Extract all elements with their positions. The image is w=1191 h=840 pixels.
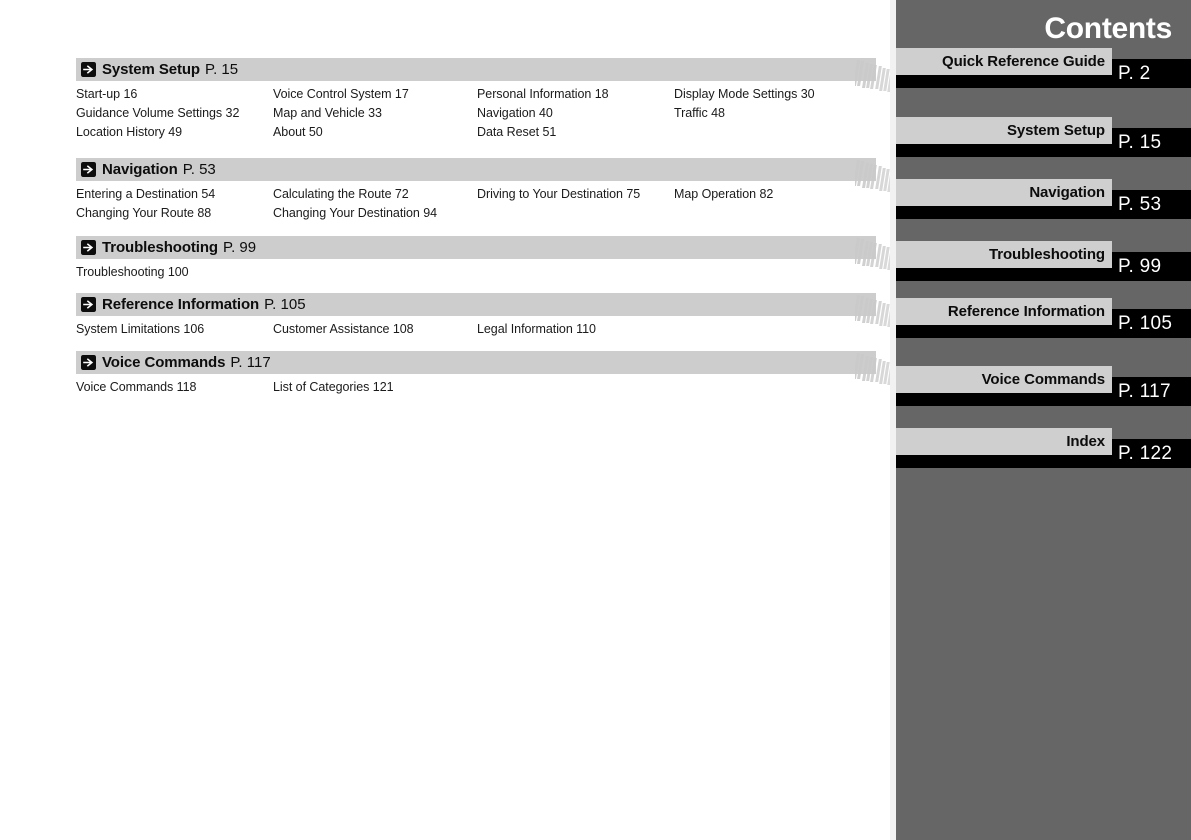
toc-entry-row: Location History 49 About 50 Data Reset 51 [76,123,876,142]
rail-tab[interactable]: P. 105 Reference Information [896,298,1191,338]
toc-section-header[interactable]: Voice Commands P. 117 [76,351,907,387]
toc-section-header[interactable]: Troubleshooting P. 99 [76,236,907,272]
toc-entry-list: System Limitations 106 Customer Assistanc… [76,320,876,339]
toc-entry-row: Changing Your Route 88 Changing Your Dest… [76,204,876,223]
toc-entry[interactable]: Display Mode Settings 30 [674,85,815,104]
arrow-right-boxed-icon [81,62,96,77]
toc-entry[interactable]: Legal Information 110 [477,320,596,339]
index-tab-rail: Contents P. 2 Quick Reference Guide P. 15 S… [890,0,1191,840]
toc-entry-row: Voice Commands 118 List of Categories 121 [76,378,876,397]
toc-entry[interactable]: Voice Control System 17 [273,85,409,104]
rail-tab-underline [896,75,1112,88]
toc-entry[interactable]: Driving to Your Destination 75 [477,185,640,204]
toc-entry[interactable]: Guidance Volume Settings 32 [76,104,239,123]
toc-entry[interactable]: Changing Your Route 88 [76,204,211,223]
toc-entry-list: Troubleshooting 100 [76,263,876,282]
toc-entry[interactable]: System Limitations 106 [76,320,204,339]
rail-tab[interactable]: P. 53 Navigation [896,179,1191,219]
rail-tab-underline [896,268,1112,281]
toc-section-page-label: P. 53 [182,161,216,178]
toc-entry[interactable]: Map and Vehicle 33 [273,104,382,123]
rail-tab[interactable]: P. 99 Troubleshooting [896,241,1191,281]
rail-tab-label: Reference Information [896,298,1112,325]
rail-tab-page-label: P. 105 [1112,309,1191,338]
toc-entry-list: Entering a Destination 54 Calculating the… [76,185,876,223]
toc-entry[interactable]: Personal Information 18 [477,85,609,104]
rail-tab[interactable]: P. 2 Quick Reference Guide [896,48,1191,88]
rail-tab-underline [896,325,1112,338]
toc-section-page-label: P. 99 [223,239,257,256]
toc-entry-list: Start-up 16 Voice Control System 17 Person… [76,85,876,142]
toc-section: Voice Commands P. 117 Voice Commands 118 Li… [76,351,907,397]
toc-entry-row: Start-up 16 Voice Control System 17 Person… [76,85,876,104]
toc-section-title: Troubleshooting [102,239,218,256]
rail-tab-page-label: P. 53 [1112,190,1191,219]
toc-section-title: Reference Information [102,296,260,313]
rail-tab-label: Navigation [896,179,1112,206]
rail-tab[interactable]: P. 15 System Setup [896,117,1191,157]
toc-entry[interactable]: Entering a Destination 54 [76,185,215,204]
toc-section-page-label: P. 15 [205,61,239,78]
toc-entry-row: Entering a Destination 54 Calculating the… [76,185,876,204]
arrow-right-boxed-icon [81,297,96,312]
toc-section-title: Voice Commands [102,354,226,371]
toc-entry[interactable]: Calculating the Route 72 [273,185,409,204]
toc-section: System Setup P. 15 Start-up 16 Voice Contro… [76,58,907,142]
toc-entry[interactable]: Navigation 40 [477,104,553,123]
toc-section: Reference Information P. 105 System Limita… [76,293,907,339]
toc-entry[interactable]: Start-up 16 [76,85,137,104]
rail-tab-page-label: P. 117 [1112,377,1191,406]
toc-entry-row: System Limitations 106 Customer Assistanc… [76,320,876,339]
toc-section-page-label: P. 117 [230,354,271,371]
rail-tab-label: Troubleshooting [896,241,1112,268]
toc-entry[interactable]: List of Categories 121 [273,378,394,397]
rail-tab-label: Quick Reference Guide [896,48,1112,75]
arrow-right-boxed-icon [81,162,96,177]
toc-section: Navigation P. 53 Entering a Destination 54… [76,158,907,223]
rail-tab-underline [896,206,1112,219]
toc-entry[interactable]: Troubleshooting 100 [76,263,189,282]
rail-tab[interactable]: P. 117 Voice Commands [896,366,1191,406]
toc-entry-row: Guidance Volume Settings 32 Map and Vehic… [76,104,876,123]
toc-entry[interactable]: Data Reset 51 [477,123,556,142]
rail-tab-page-label: P. 99 [1112,252,1191,281]
toc-section: Troubleshooting P. 99 Troubleshooting 100 [76,236,907,282]
toc-section-header[interactable]: Navigation P. 53 [76,158,907,194]
toc-entry-row: Troubleshooting 100 [76,263,876,282]
toc-section-title: Navigation [102,161,178,178]
arrow-right-boxed-icon [81,355,96,370]
toc-entry[interactable]: About 50 [273,123,323,142]
rail-tab-page-label: P. 15 [1112,128,1191,157]
toc-entry[interactable]: Map Operation 82 [674,185,773,204]
rail-tab-page-label: P. 2 [1112,59,1191,88]
rail-tab-label: Voice Commands [896,366,1112,393]
rail-tab-underline [896,393,1112,406]
toc-section-header[interactable]: System Setup P. 15 [76,58,907,94]
rail-tab[interactable]: P. 122 Index [896,428,1191,468]
rail-tab-page-label: P. 122 [1112,439,1191,468]
toc-entry[interactable]: Customer Assistance 108 [273,320,414,339]
rail-tab-underline [896,144,1112,157]
toc-entry[interactable]: Traffic 48 [674,104,725,123]
toc-entry[interactable]: Changing Your Destination 94 [273,204,437,223]
rail-tab-underline [896,455,1112,468]
toc-entry[interactable]: Voice Commands 118 [76,378,197,397]
toc-section-page-label: P. 105 [264,296,306,313]
rail-tab-label: System Setup [896,117,1112,144]
toc-entry-list: Voice Commands 118 List of Categories 121 [76,378,876,397]
rail-tab-label: Index [896,428,1112,455]
toc-section-title: System Setup [102,61,200,78]
page-title: Contents [1044,12,1172,45]
table-of-contents: System Setup P. 15 Start-up 16 Voice Contro… [0,0,907,840]
arrow-right-boxed-icon [81,240,96,255]
toc-section-header[interactable]: Reference Information P. 105 [76,293,907,329]
toc-entry[interactable]: Location History 49 [76,123,182,142]
